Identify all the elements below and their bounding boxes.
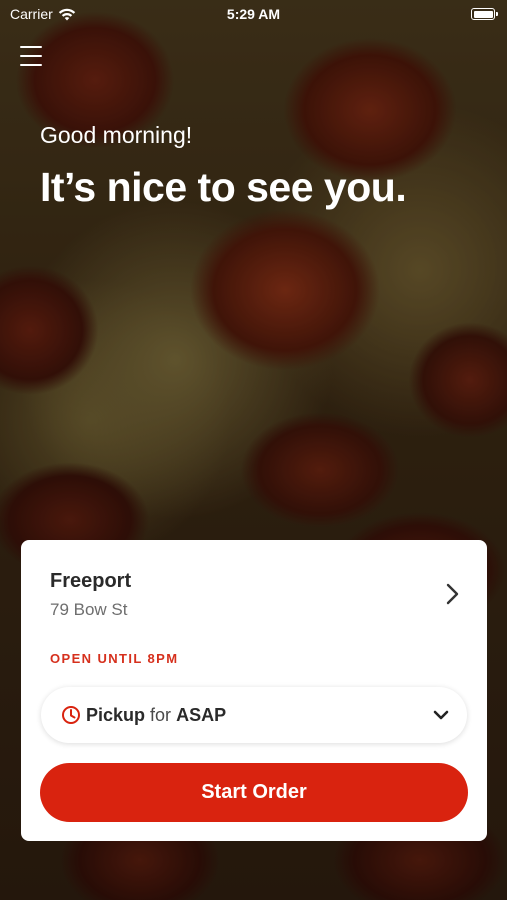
order-mode-text: Pickup for ASAP	[86, 705, 226, 726]
clock-icon	[62, 706, 80, 724]
wifi-icon	[58, 8, 75, 20]
store-location-row[interactable]: Freeport 79 Bow St	[21, 540, 487, 640]
battery-icon	[471, 8, 498, 20]
greeting-text: Good morning!	[40, 122, 193, 148]
order-mode-value: Pickup	[86, 704, 146, 725]
store-name: Freeport	[50, 570, 132, 592]
store-hours-status: OPEN UNTIL 8PM	[50, 651, 179, 666]
start-order-button[interactable]: Start Order	[40, 763, 468, 822]
status-bar: Carrier 5:29 AM	[0, 0, 507, 28]
order-time-value: ASAP	[176, 704, 227, 725]
order-mode-select[interactable]: Pickup for ASAP	[41, 687, 467, 743]
clock-time: 5:29 AM	[226, 6, 281, 22]
store-card: Freeport 79 Bow St OPEN UNTIL 8PM Pickup…	[21, 540, 487, 841]
store-address: 79 Bow St	[50, 600, 128, 619]
order-mode-connector: for	[150, 704, 172, 725]
chevron-down-icon	[433, 710, 449, 720]
page-title: It’s nice to see you.	[40, 164, 407, 210]
hamburger-menu-icon[interactable]	[20, 46, 42, 66]
chevron-right-icon	[446, 583, 459, 605]
carrier-label: Carrier	[10, 6, 53, 22]
